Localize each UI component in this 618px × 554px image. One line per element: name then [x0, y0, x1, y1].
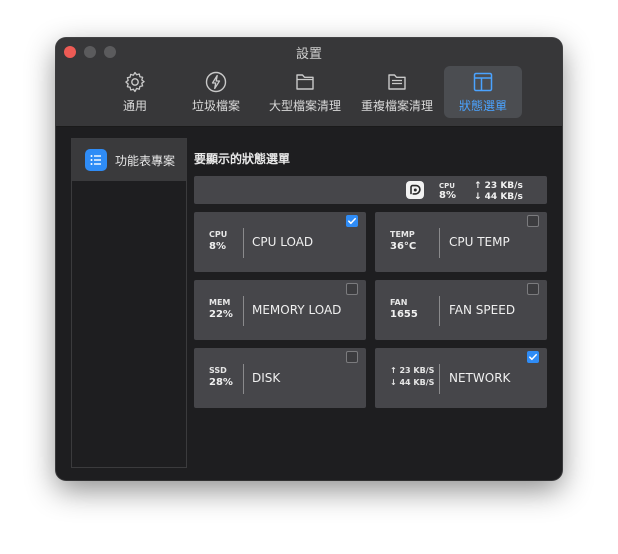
card-disk-small: SSD [209, 366, 227, 375]
sidebar-item-label: 功能表專案 [115, 153, 176, 168]
card-cpu-load[interactable]: CPU 8% CPU LOAD [194, 212, 366, 272]
card-network-name: NETWORK [449, 371, 511, 385]
tab-general-label: 通用 [122, 99, 147, 113]
card-divider [243, 296, 244, 326]
menubar-preview: CPU 8% ↑ 23 KB/s ↓ 44 KB/s [194, 176, 547, 204]
card-divider [439, 296, 440, 326]
card-divider [439, 228, 440, 258]
card-divider [243, 364, 244, 394]
card-fan-speed-small: FAN [390, 298, 408, 307]
list-icon [85, 149, 107, 171]
card-memory-load-small: MEM [209, 298, 231, 307]
checkmark-icon [529, 353, 537, 361]
tab-duplicate-files[interactable]: 重複檔案清理 [354, 66, 440, 118]
cpu-temp-checkbox[interactable] [527, 215, 539, 227]
app-logo-icon [406, 181, 424, 199]
titlebar: 設置 通用 垃圾檔案 大型檔案清理 重複檔案清理 狀態選單 [56, 38, 562, 127]
cpu-load-checkbox[interactable] [346, 215, 358, 227]
card-cpu-temp-small: TEMP [390, 230, 415, 239]
preview-network-up: ↑ 23 KB/s [474, 181, 523, 191]
tab-general[interactable]: 通用 [110, 66, 160, 118]
disk-checkbox[interactable] [346, 351, 358, 363]
tab-status-menu-label: 狀態選單 [458, 99, 507, 113]
tab-status-menu[interactable]: 狀態選單 [444, 66, 522, 118]
sidebar: 功能表專案 [71, 138, 187, 468]
gear-icon [125, 71, 145, 93]
preview-network-down: ↓ 44 KB/s [474, 192, 523, 202]
card-cpu-load-small: CPU [209, 230, 228, 239]
tab-large-files[interactable]: 大型檔案清理 [262, 66, 348, 118]
duplicate-folder-icon [388, 74, 406, 90]
card-cpu-load-name: CPU LOAD [252, 235, 314, 249]
card-fan-speed-value: 1655 [390, 309, 418, 320]
card-fan-speed-name: FAN SPEED [449, 303, 516, 317]
layout-panel-icon [473, 72, 493, 92]
checkmark-icon [348, 217, 356, 225]
memory-load-checkbox[interactable] [346, 283, 358, 295]
network-checkbox[interactable] [527, 351, 539, 363]
card-disk[interactable]: SSD 28% DISK [194, 348, 366, 408]
card-cpu-temp-name: CPU TEMP [449, 235, 510, 249]
tab-junk-files-label: 垃圾檔案 [191, 99, 240, 113]
settings-window: 設置 通用 垃圾檔案 大型檔案清理 重複檔案清理 狀態選單 功能表專案 要顯示的… [56, 38, 562, 480]
bolt-icon [205, 71, 227, 93]
card-divider [243, 228, 244, 258]
card-cpu-temp-value: 36°C [390, 241, 417, 252]
fan-speed-checkbox[interactable] [527, 283, 539, 295]
preview-cpu-value: 8% [439, 190, 456, 201]
card-network-down: ↓ 44 KB/S [390, 378, 435, 387]
card-memory-load-name: MEMORY LOAD [252, 303, 342, 317]
card-network[interactable]: ↑ 23 KB/S ↓ 44 KB/S NETWORK [375, 348, 547, 408]
card-cpu-temp[interactable]: TEMP 36°C CPU TEMP [375, 212, 547, 272]
preview-cpu-label: CPU [439, 182, 455, 190]
card-divider [439, 364, 440, 394]
tab-large-files-label: 大型檔案清理 [268, 99, 341, 113]
card-fan-speed[interactable]: FAN 1655 FAN SPEED [375, 280, 547, 340]
card-disk-value: 28% [209, 377, 233, 388]
card-memory-load-value: 22% [209, 309, 233, 320]
window-title: 設置 [295, 47, 322, 62]
tab-junk-files[interactable]: 垃圾檔案 [186, 66, 246, 118]
card-disk-name: DISK [252, 371, 281, 385]
folder-icon [296, 74, 314, 90]
section-title: 要顯示的狀態選單 [194, 152, 291, 166]
tab-duplicate-files-label: 重複檔案清理 [360, 99, 433, 113]
card-network-up: ↑ 23 KB/S [390, 366, 435, 375]
sidebar-item-menu-items[interactable]: 功能表專案 [72, 139, 186, 181]
card-memory-load[interactable]: MEM 22% MEMORY LOAD [194, 280, 366, 340]
card-cpu-load-value: 8% [209, 241, 226, 252]
